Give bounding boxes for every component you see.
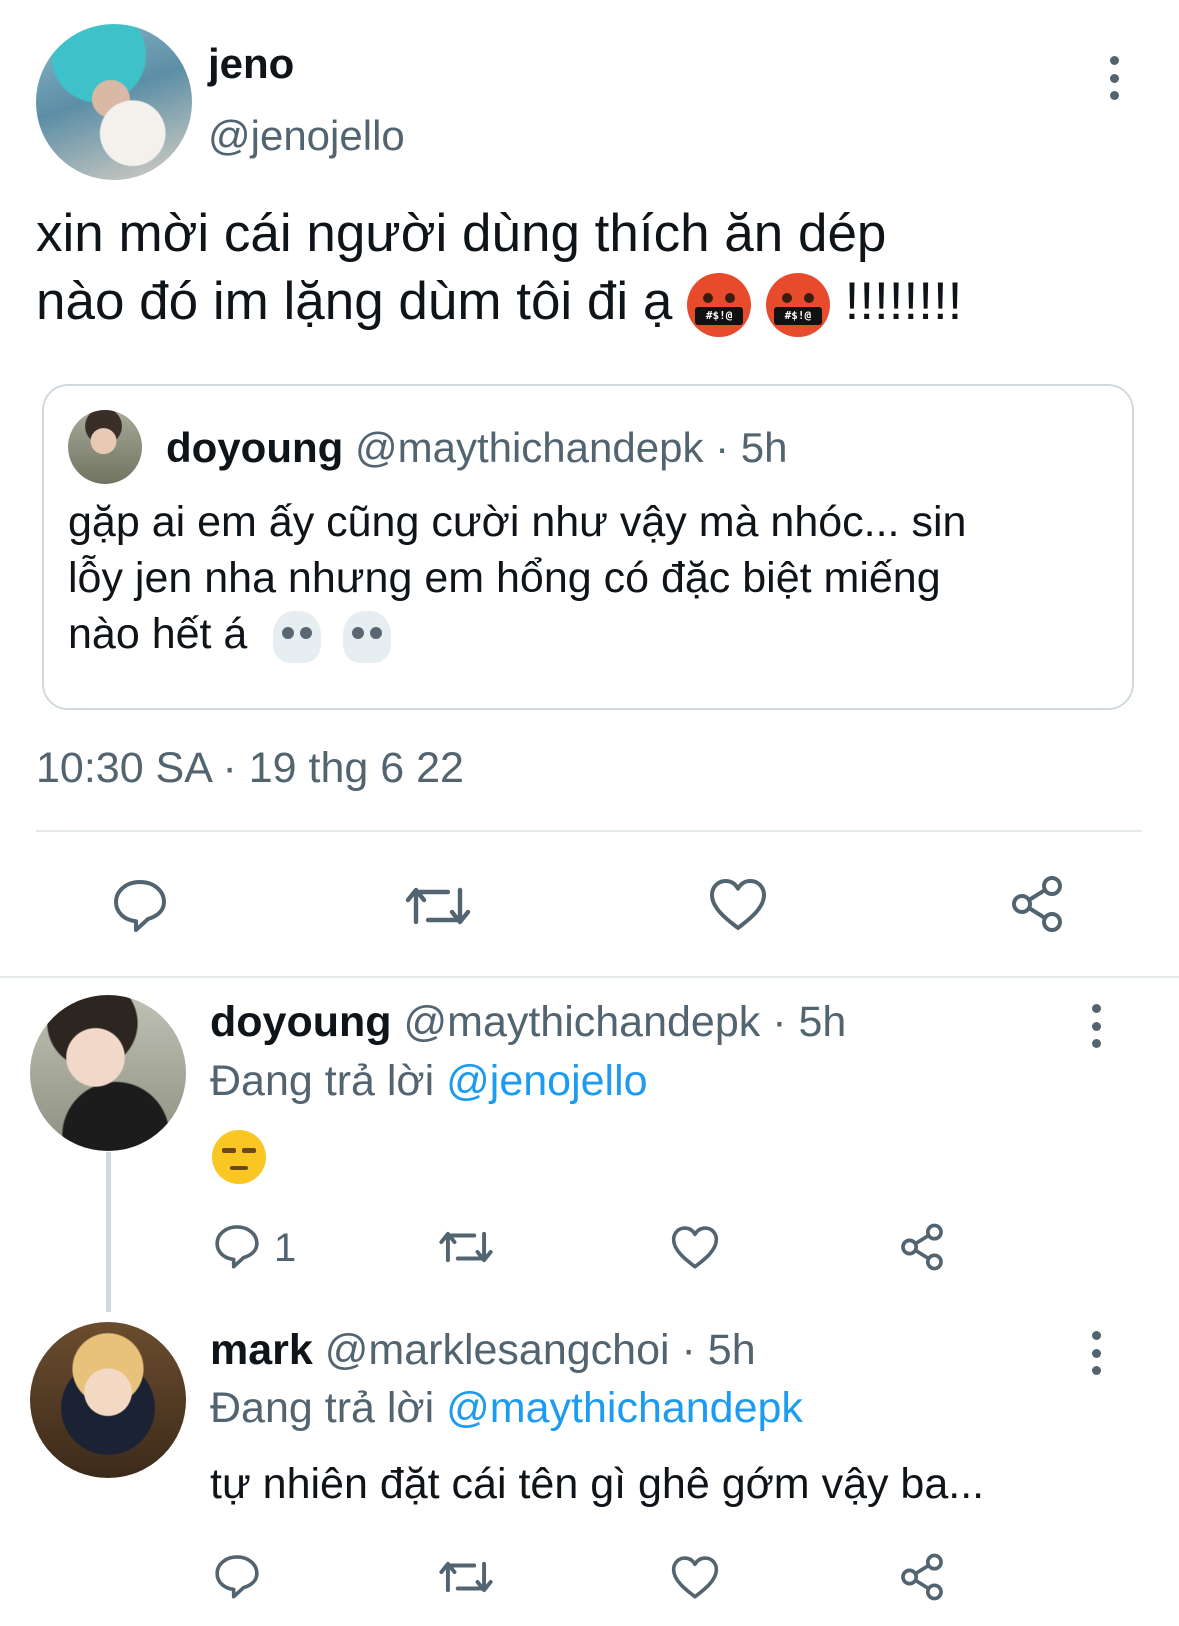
like-icon[interactable] xyxy=(670,1224,720,1270)
reply-time: · 5h xyxy=(681,1326,756,1374)
quoted-handle: @maythichandepk xyxy=(354,424,704,471)
quoted-text: gặp ai em ấy cũng cười như vậy mà nhóc..… xyxy=(68,494,1118,663)
cursing-face-emoji: #$!@ xyxy=(687,273,752,337)
unamused-face-emoji xyxy=(212,1130,266,1184)
tweet-text-line: xin mời cái người dùng thích ăn dép xyxy=(36,204,887,263)
skull-emoji xyxy=(343,610,392,663)
tweet-timestamp[interactable]: 10:30 SA · 19 thg 6 22 xyxy=(36,744,464,793)
quoted-text-segment: nào hết á xyxy=(68,610,248,658)
avatar[interactable] xyxy=(30,995,186,1151)
quoted-text-line: gặp ai em ấy cũng cười như vậy mà nhóc..… xyxy=(68,498,967,546)
replying-to-label: Đang trả lời xyxy=(210,1057,435,1105)
more-options-icon[interactable] xyxy=(1084,1331,1108,1375)
cursing-face-emoji: #$!@ xyxy=(765,273,830,337)
reply-handle[interactable]: @marklesangchoi xyxy=(325,1326,670,1374)
quoted-text-line: lỗy jen nha nhưng em hổng có đặc biệt mi… xyxy=(68,554,941,602)
quoted-text-line: nào hết á xyxy=(68,606,1118,663)
like-icon[interactable] xyxy=(670,1554,720,1600)
share-icon[interactable] xyxy=(898,1552,946,1602)
tweet-text-line: nào đó im lặng dùm tôi đi ạ #$!@ #$!@ !!… xyxy=(36,268,1156,337)
retweet-icon[interactable] xyxy=(438,1554,494,1600)
quoted-header: doyoung @maythichandepk · 5h xyxy=(166,424,788,472)
reply-handle[interactable]: @maythichandepk xyxy=(403,998,760,1046)
share-icon[interactable] xyxy=(898,1222,946,1272)
reply-icon[interactable] xyxy=(212,1222,262,1270)
tweet-text: xin mời cái người dùng thích ăn dép nào … xyxy=(36,200,1156,337)
more-options-icon[interactable] xyxy=(1084,1004,1108,1048)
more-options-icon[interactable] xyxy=(1102,56,1126,100)
reply-time: · 5h xyxy=(772,998,847,1046)
author-handle[interactable]: @jenojello xyxy=(208,112,405,160)
tweet-detail-page: jeno @jenojello xin mời cái người dùng t… xyxy=(0,0,1179,1626)
reply-icon[interactable] xyxy=(212,1552,262,1600)
quoted-time: · 5h xyxy=(715,424,788,471)
divider xyxy=(0,976,1179,978)
avatar[interactable] xyxy=(30,1322,186,1478)
tweet-text-segment: nào đó im lặng dùm tôi đi ạ xyxy=(36,272,673,331)
replying-to-label: Đang trả lời xyxy=(210,1384,435,1432)
quoted-display-name: doyoung xyxy=(166,424,344,471)
retweet-icon[interactable] xyxy=(438,1224,494,1270)
divider xyxy=(36,830,1142,832)
share-icon[interactable] xyxy=(1008,874,1066,934)
replying-to-handle[interactable]: @jenojello xyxy=(446,1057,647,1105)
reply-display-name[interactable]: mark xyxy=(210,1326,313,1374)
reply-icon[interactable] xyxy=(110,876,170,934)
reply-text: tự nhiên đặt cái tên gì ghê gớm vậy ba..… xyxy=(210,1460,985,1508)
retweet-icon[interactable] xyxy=(404,878,472,934)
quoted-avatar xyxy=(68,410,142,484)
replying-to: Đang trả lời @maythichandepk xyxy=(210,1384,803,1433)
replying-to: Đang trả lời @jenojello xyxy=(210,1057,648,1106)
like-icon[interactable] xyxy=(708,876,768,932)
replying-to-handle[interactable]: @maythichandepk xyxy=(446,1384,803,1432)
avatar[interactable] xyxy=(36,24,192,180)
reply-count: 1 xyxy=(274,1226,297,1270)
tweet-text-segment: !!!!!!!! xyxy=(844,272,963,331)
skull-emoji xyxy=(273,610,322,663)
thread-connector-line xyxy=(106,1152,111,1312)
reply-display-name[interactable]: doyoung xyxy=(210,998,392,1046)
reply-header: mark @marklesangchoi · 5h xyxy=(210,1326,756,1375)
reply-text xyxy=(212,1130,266,1184)
reply-header: doyoung @maythichandepk · 5h xyxy=(210,998,846,1047)
author-display-name[interactable]: jeno xyxy=(208,40,294,88)
